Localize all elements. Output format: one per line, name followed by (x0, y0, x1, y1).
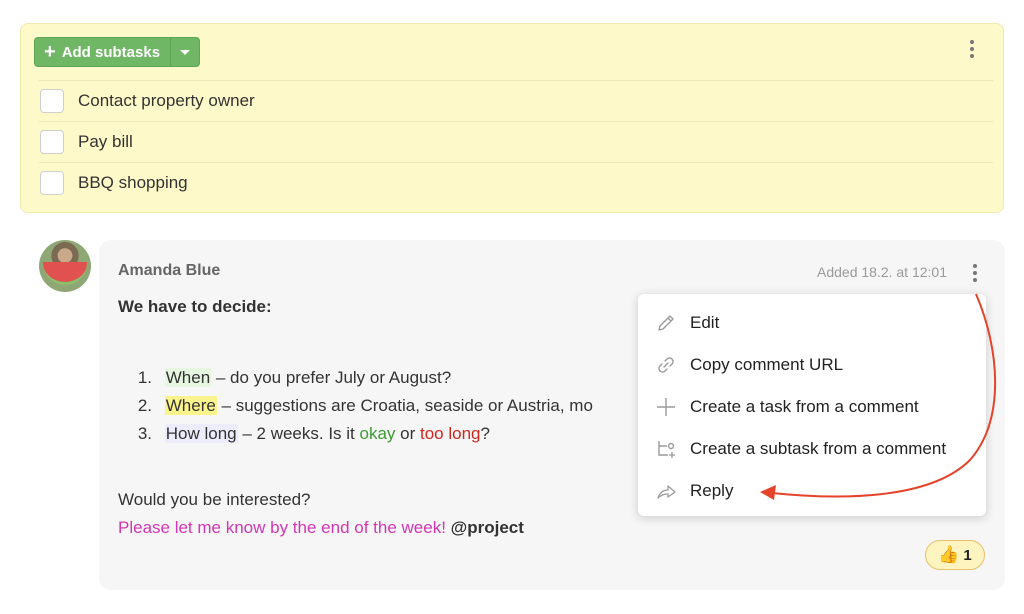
plus-icon: + (44, 41, 56, 63)
list-text: ? (480, 424, 490, 443)
text-okay: okay (359, 424, 396, 443)
highlight-when: When (164, 368, 212, 387)
menu-item-copy-url[interactable]: Copy comment URL (638, 344, 986, 386)
caret-down-icon (180, 49, 191, 55)
subtask-row: Contact property owner (39, 80, 993, 120)
text-too-long: too long (419, 424, 481, 443)
reply-icon (657, 485, 676, 499)
menu-item-label: Create a task from a comment (690, 397, 919, 416)
list-item: 1. When – do you prefer July or August? (118, 364, 593, 392)
comment-timestamp: Added 18.2. at 12:01 (817, 264, 947, 280)
reaction-count: 1 (963, 546, 972, 564)
reminder-text: Please let me know by the end of the wee… (118, 518, 451, 537)
comment-context-menu: Edit Copy comment URL Create a task from… (638, 294, 986, 516)
menu-item-label: Copy comment URL (690, 355, 844, 374)
list-number: 2. (137, 396, 152, 415)
add-subtasks-split-button: + Add subtasks (34, 37, 201, 67)
comment-list: 1. When – do you prefer July or August? … (118, 364, 593, 448)
subtask-icon (658, 441, 675, 458)
add-subtasks-button[interactable]: + Add subtasks (35, 38, 172, 66)
add-subtasks-dropdown-button[interactable] (171, 38, 199, 66)
menu-item-label: Edit (690, 313, 720, 332)
subtask-row: Pay bill (39, 121, 993, 161)
menu-item-create-subtask[interactable]: Create a subtask from a comment (638, 428, 986, 470)
subtask-row: BBQ shopping (39, 162, 993, 202)
highlight-how-long: How long (164, 424, 238, 443)
avatar-image (43, 262, 87, 285)
menu-item-create-task[interactable]: Create a task from a comment (638, 386, 986, 428)
subtask-label[interactable]: Pay bill (78, 132, 133, 152)
comment-question: Would you be interested? (118, 490, 311, 509)
pencil-icon (658, 315, 674, 331)
thumbs-up-icon: 👍 (938, 545, 960, 564)
comment-more-icon[interactable] (967, 263, 983, 283)
list-item: 2. Where – suggestions are Croatia, seas… (118, 392, 593, 420)
subtask-checkbox[interactable] (40, 129, 64, 154)
list-text: – suggestions are Croatia, seaside or Au… (216, 396, 593, 415)
menu-item-edit[interactable]: Edit (638, 302, 986, 344)
list-text: or (395, 424, 420, 443)
list-number: 3. (137, 424, 152, 443)
menu-item-label: Reply (690, 481, 734, 500)
plus-icon (657, 398, 675, 416)
subtasks-panel: + Add subtasks Contact property owner Pa… (20, 23, 1004, 213)
add-subtasks-label: Add subtasks (61, 43, 161, 61)
comment-author[interactable]: Amanda Blue (118, 262, 220, 280)
subtasks-more-icon[interactable] (964, 39, 980, 59)
reaction-thumbs-up[interactable]: 👍 1 (925, 540, 985, 570)
subtask-label[interactable]: BBQ shopping (78, 173, 188, 193)
mention-project[interactable]: @project (451, 518, 524, 537)
list-text: – do you prefer July or August? (211, 368, 452, 387)
highlight-where: Where (164, 396, 217, 415)
list-text: – 2 weeks. Is it (237, 424, 360, 443)
subtask-checkbox[interactable] (40, 170, 64, 195)
list-number: 1. (137, 368, 152, 387)
avatar[interactable] (39, 240, 91, 292)
comment-reminder: Please let me know by the end of the wee… (118, 518, 524, 538)
subtask-checkbox[interactable] (40, 88, 64, 113)
link-icon (658, 357, 674, 373)
list-item: 3. How long – 2 weeks. Is it okay or too… (118, 420, 593, 448)
menu-item-label: Create a subtask from a comment (690, 439, 947, 458)
subtask-label[interactable]: Contact property owner (78, 91, 255, 111)
menu-item-reply[interactable]: Reply (638, 470, 986, 512)
comment-heading: We have to decide: (118, 297, 272, 316)
